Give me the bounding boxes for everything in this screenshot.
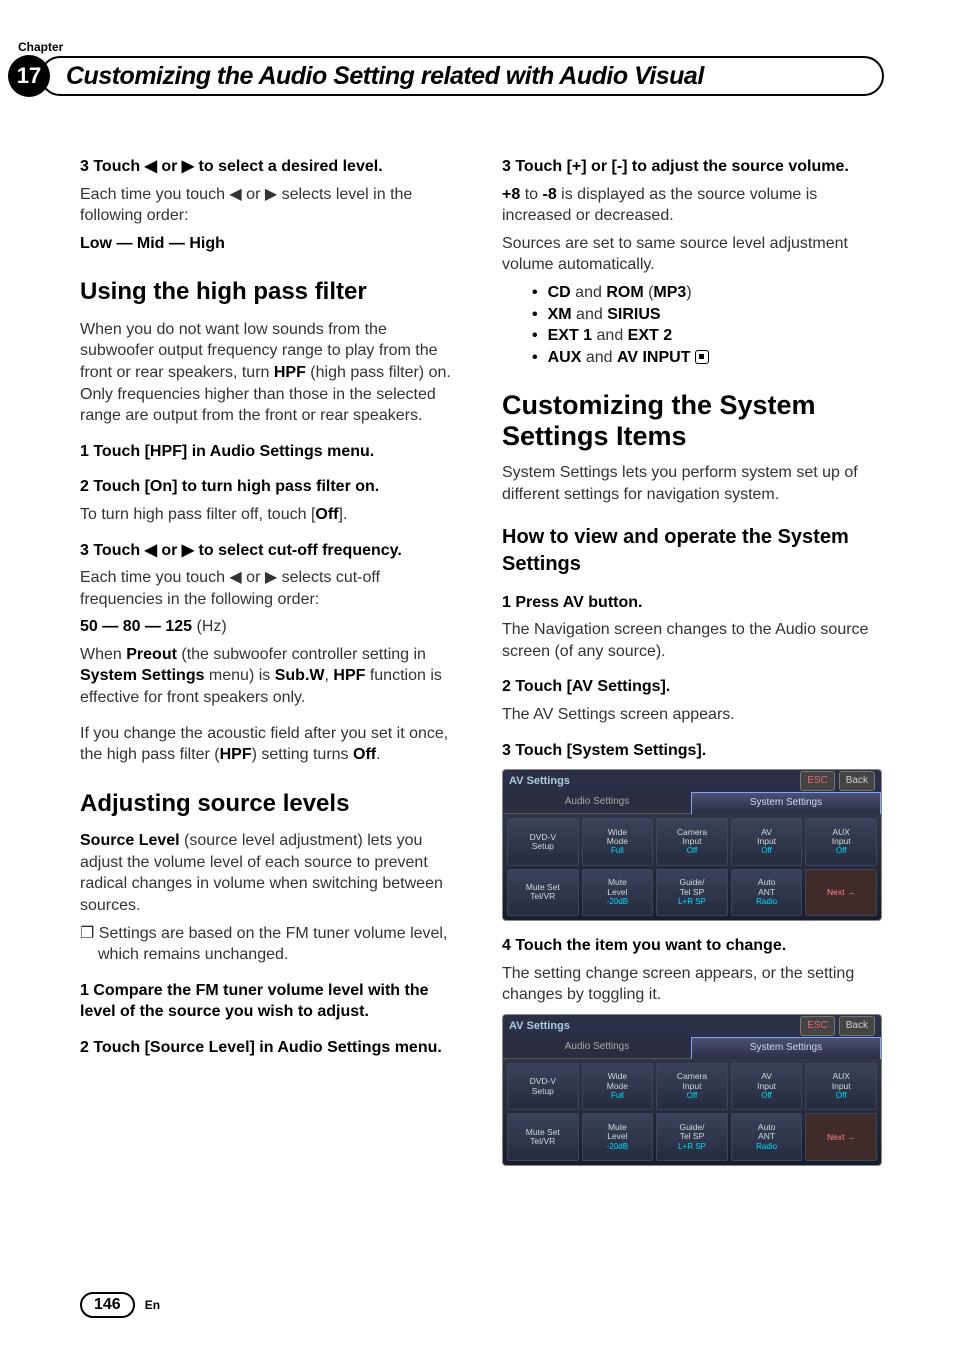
source-list: CD and ROM (MP3) XM and SIRIUS EXT 1 and… xyxy=(532,282,884,368)
settings-cell[interactable]: Next → xyxy=(805,1113,877,1161)
note-item: Settings are based on the FM tuner volum… xyxy=(98,923,462,966)
body-text: The Navigation screen changes to the Aud… xyxy=(502,619,884,662)
body-text: Each time you touch ◀ or ▶ selects level… xyxy=(80,184,462,227)
page-number: 146 xyxy=(80,1292,135,1318)
body-text: Source Level (source level adjustment) l… xyxy=(80,830,462,916)
step-heading: 2 Touch [AV Settings]. xyxy=(502,676,884,698)
body-text: To turn high pass filter off, touch [Off… xyxy=(80,504,462,526)
body-text: The AV Settings screen appears. xyxy=(502,704,884,726)
back-button[interactable]: Back xyxy=(839,1016,875,1036)
frequency-sequence: 50 — 80 — 125 (Hz) xyxy=(80,616,462,638)
body-text: If you change the acoustic field after y… xyxy=(80,723,462,766)
subsection-heading: How to view and operate the System Setti… xyxy=(502,524,884,578)
step-heading: 3 Touch ◀ or ▶ to select a desired level… xyxy=(80,156,462,178)
list-item: EXT 1 and EXT 2 xyxy=(532,325,884,347)
list-item: XM and SIRIUS xyxy=(532,304,884,326)
settings-cell[interactable]: MuteLevel-20dB xyxy=(582,1113,654,1161)
settings-cell[interactable]: DVD-VSetup xyxy=(507,818,579,866)
step-heading: 3 Touch [+] or [-] to adjust the source … xyxy=(502,156,884,178)
settings-cell[interactable]: AUXInputOff xyxy=(805,818,877,866)
step-heading: 2 Touch [Source Level] in Audio Settings… xyxy=(80,1037,462,1059)
back-button[interactable]: Back xyxy=(839,771,875,791)
settings-cell[interactable]: Next → xyxy=(805,869,877,917)
settings-cell[interactable]: WideModeFull xyxy=(582,1063,654,1111)
page-title: Customizing the Audio Setting related wi… xyxy=(40,56,884,96)
step-heading: 1 Compare the FM tuner volume level with… xyxy=(80,980,462,1023)
body-text: Sources are set to same source level adj… xyxy=(502,233,884,276)
step-heading: 3 Touch [System Settings]. xyxy=(502,740,884,762)
body-text: The setting change screen appears, or th… xyxy=(502,963,884,1006)
settings-grid: DVD-VSetupWideModeFullCameraInputOffAVIn… xyxy=(503,1059,881,1165)
esc-button[interactable]: ESC xyxy=(800,1016,835,1036)
tab-system-settings[interactable]: System Settings xyxy=(691,792,881,814)
av-settings-screenshot: AV Settings ESC Back Audio Settings Syst… xyxy=(502,769,882,921)
settings-cell[interactable]: AUXInputOff xyxy=(805,1063,877,1111)
step-heading: 3 Touch ◀ or ▶ to select cut-off frequen… xyxy=(80,540,462,562)
settings-cell[interactable]: AVInputOff xyxy=(731,818,803,866)
settings-cell[interactable]: AutoANTRadio xyxy=(731,1113,803,1161)
page-footer: 146 En xyxy=(80,1292,160,1318)
body-text: +8 to -8 is displayed as the source volu… xyxy=(502,184,884,227)
settings-cell[interactable]: WideModeFull xyxy=(582,818,654,866)
section-heading-hpf: Using the high pass filter xyxy=(80,276,462,308)
section-heading-system-settings: Customizing the System Settings Items xyxy=(502,390,884,452)
body-text: When you do not want low sounds from the… xyxy=(80,319,462,427)
tab-audio-settings[interactable]: Audio Settings xyxy=(503,1037,691,1059)
step-heading: 1 Press AV button. xyxy=(502,592,884,614)
screenshot-title: AV Settings xyxy=(509,1019,796,1034)
list-item: AUX and AV INPUT xyxy=(532,347,884,369)
tab-audio-settings[interactable]: Audio Settings xyxy=(503,792,691,814)
stop-icon xyxy=(695,350,709,364)
tab-system-settings[interactable]: System Settings xyxy=(691,1037,881,1059)
av-settings-screenshot: AV Settings ESC Back Audio Settings Syst… xyxy=(502,1014,882,1166)
settings-cell[interactable]: MuteLevel-20dB xyxy=(582,869,654,917)
screenshot-title: AV Settings xyxy=(509,774,796,789)
esc-button[interactable]: ESC xyxy=(800,771,835,791)
settings-cell[interactable]: AVInputOff xyxy=(731,1063,803,1111)
chapter-number-badge: 17 xyxy=(8,55,50,97)
settings-cell[interactable]: DVD-VSetup xyxy=(507,1063,579,1111)
settings-cell[interactable]: AutoANTRadio xyxy=(731,869,803,917)
step-heading: 1 Touch [HPF] in Audio Settings menu. xyxy=(80,441,462,463)
right-column: 3 Touch [+] or [-] to adjust the source … xyxy=(502,142,884,1178)
settings-cell[interactable]: Mute SetTel/VR xyxy=(507,869,579,917)
chapter-label: Chapter xyxy=(18,40,63,54)
settings-cell[interactable]: CameraInputOff xyxy=(656,818,728,866)
settings-cell[interactable]: Mute SetTel/VR xyxy=(507,1113,579,1161)
settings-cell[interactable]: Guide/Tel SPL+R SP xyxy=(656,1113,728,1161)
section-heading-source-levels: Adjusting source levels xyxy=(80,788,462,820)
settings-cell[interactable]: CameraInputOff xyxy=(656,1063,728,1111)
settings-cell[interactable]: Guide/Tel SPL+R SP xyxy=(656,869,728,917)
level-sequence: Low — Mid — High xyxy=(80,233,462,255)
body-text: System Settings lets you perform system … xyxy=(502,462,884,505)
step-heading: 4 Touch the item you want to change. xyxy=(502,935,884,957)
left-column: 3 Touch ◀ or ▶ to select a desired level… xyxy=(80,142,462,1178)
list-item: CD and ROM (MP3) xyxy=(532,282,884,304)
body-text: When Preout (the subwoofer controller se… xyxy=(80,644,462,709)
step-heading: 2 Touch [On] to turn high pass filter on… xyxy=(80,476,462,498)
language-label: En xyxy=(145,1298,160,1312)
body-text: Each time you touch ◀ or ▶ selects cut-o… xyxy=(80,567,462,610)
settings-grid: DVD-VSetupWideModeFullCameraInputOffAVIn… xyxy=(503,814,881,920)
